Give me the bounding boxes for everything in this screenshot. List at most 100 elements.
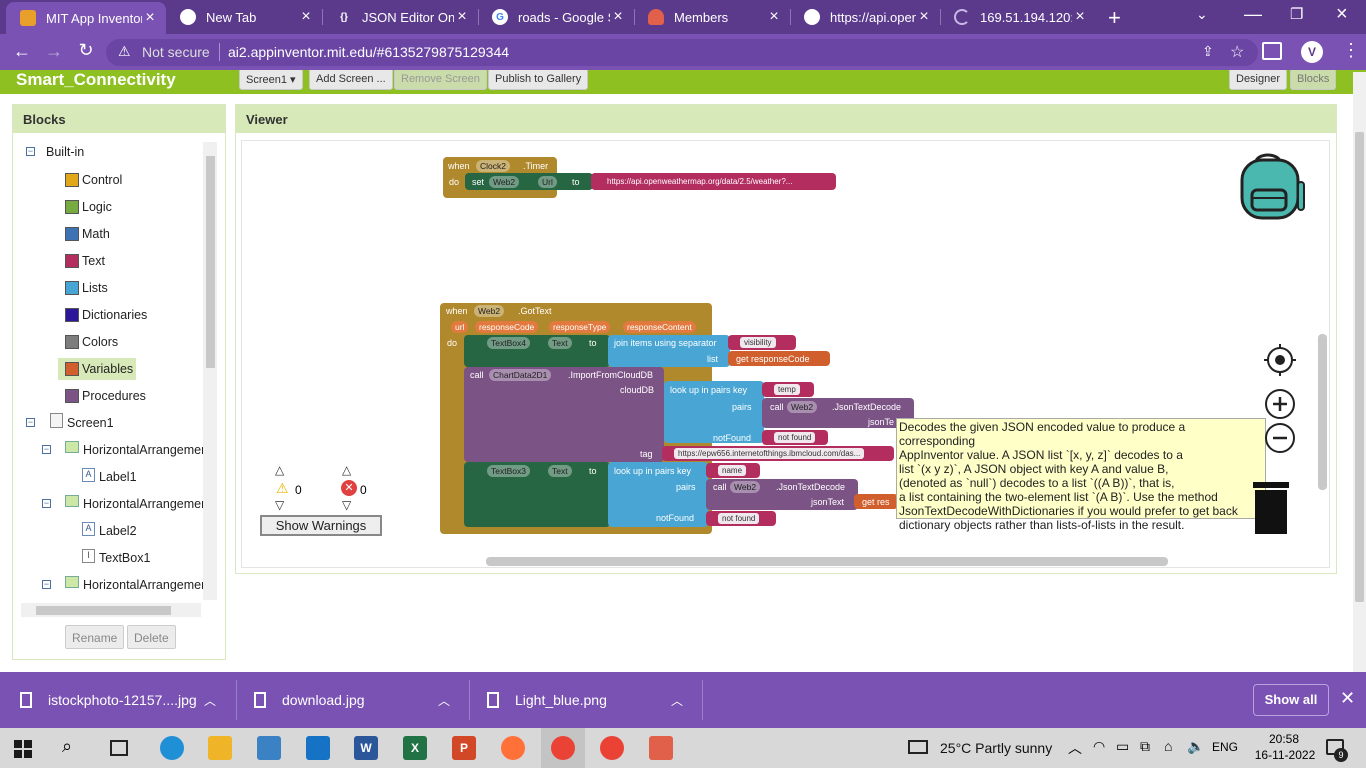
component-dropdown[interactable]: Web2 [730, 481, 761, 493]
collapse-icon[interactable]: − [26, 418, 35, 427]
download-item[interactable]: download.jpg ︿ [254, 672, 450, 728]
separator-string[interactable]: visibility [740, 337, 776, 348]
param-url[interactable]: url [451, 321, 469, 333]
omnibox[interactable]: ⚠ Not secure ai2.appinventor.mit.edu/#61… [106, 39, 1258, 66]
category-variables[interactable]: Variables [58, 358, 136, 380]
chrome-taskbar-icon[interactable] [551, 736, 575, 760]
collapse-icon[interactable]: − [42, 499, 51, 508]
language-indicator[interactable]: ENG [1212, 740, 1238, 754]
weather-text[interactable]: 25°C Partly sunny [940, 740, 1052, 756]
tab-app-inventor[interactable]: MIT App Inventor × [6, 2, 166, 34]
url-string-value[interactable]: https://api.openweathermap.org/data/2.5/… [603, 176, 796, 187]
screen-select-button[interactable]: Screen1 ▾ [239, 70, 303, 90]
tree-vertical-scrollbar[interactable] [203, 142, 217, 600]
show-all-button[interactable]: Show all [1253, 684, 1329, 716]
param-response-type[interactable]: responseType [549, 321, 611, 333]
tab-google-search[interactable]: G roads - Google S × [478, 0, 634, 34]
warning-next-arrow-icon[interactable]: ▽ [275, 498, 284, 512]
category-text[interactable]: Text [58, 250, 186, 272]
menu-dots-icon[interactable]: ⋮ [1342, 40, 1360, 61]
side-panel-icon[interactable] [1262, 42, 1282, 60]
chevron-up-icon[interactable]: ︿ [204, 692, 216, 709]
not-found-string[interactable]: not found [718, 513, 760, 524]
collapse-icon[interactable]: − [42, 445, 51, 454]
tray-chevron-icon[interactable]: ︿ [1068, 738, 1082, 758]
close-icon[interactable]: × [766, 8, 782, 26]
collapse-icon[interactable]: − [26, 147, 35, 156]
tab-new-tab[interactable]: New Tab × [166, 0, 322, 34]
tree-screen1[interactable]: Screen1 [67, 416, 114, 430]
workspace-vertical-scrollbar[interactable] [1318, 334, 1327, 490]
category-procedures[interactable]: Procedures [58, 385, 186, 407]
error-prev-arrow-icon[interactable]: △ [342, 463, 351, 477]
tab-json-editor[interactable]: {} JSON Editor Onli × [322, 0, 478, 34]
trash-icon[interactable] [1251, 478, 1291, 536]
category-logic[interactable]: Logic [58, 196, 186, 218]
file-explorer-icon[interactable] [208, 736, 232, 760]
new-tab-icon[interactable]: + [1108, 5, 1121, 31]
publish-to-gallery-button[interactable]: Publish to Gallery [488, 70, 589, 90]
tree-horizontal-arrangement[interactable]: HorizontalArrangemen [83, 578, 203, 592]
property-dropdown[interactable]: Text [548, 337, 572, 349]
window-close-icon[interactable]: × [1336, 3, 1348, 26]
close-icon[interactable]: × [454, 8, 470, 26]
share-icon[interactable]: ⇪ [1202, 43, 1214, 60]
tree-label2[interactable]: Label2 [99, 524, 137, 538]
delete-button[interactable]: Delete [127, 625, 176, 649]
component-dropdown[interactable]: ChartData2D1 [489, 369, 552, 381]
firefox-icon[interactable] [501, 736, 525, 760]
minimize-icon[interactable]: — [1244, 4, 1262, 25]
category-lists[interactable]: Lists [58, 277, 186, 299]
tab-members[interactable]: Members × [634, 0, 790, 34]
word-icon[interactable]: W [354, 736, 378, 760]
tag-url-string[interactable]: https://epw656.internetofthings.ibmcloud… [674, 448, 865, 459]
bookmark-star-icon[interactable]: ☆ [1230, 42, 1244, 62]
designer-button[interactable]: Designer [1229, 70, 1288, 90]
property-dropdown[interactable]: Url [538, 176, 557, 188]
wifi-icon[interactable]: ◠ [1093, 738, 1105, 755]
microsoft-store-icon[interactable] [257, 736, 281, 760]
backpack-icon[interactable] [1238, 152, 1308, 222]
profile-avatar[interactable]: V [1301, 41, 1323, 63]
search-icon[interactable]: ⌕ [62, 736, 72, 757]
task-view-icon[interactable] [110, 740, 128, 756]
zoom-out-icon[interactable] [1264, 422, 1296, 454]
tab-ip-address[interactable]: 169.51.194.120:3 × [940, 0, 1096, 34]
windows-start-icon[interactable] [14, 740, 32, 758]
chrome-profile-taskbar-icon[interactable] [600, 736, 624, 760]
network-icon[interactable]: ⌂ [1164, 738, 1172, 754]
collapse-icon[interactable]: − [42, 580, 51, 589]
meet-icon[interactable]: ▭ [1116, 738, 1129, 755]
param-response-code[interactable]: responseCode [475, 321, 539, 333]
component-dropdown[interactable]: Web2 [489, 176, 520, 188]
scrollbar-thumb[interactable] [36, 606, 171, 615]
url-text[interactable]: ai2.appinventor.mit.edu/#613527987512934… [228, 44, 509, 60]
workspace-horizontal-scrollbar[interactable] [486, 557, 1168, 566]
remove-screen-button[interactable]: Remove Screen [394, 70, 487, 90]
reload-icon[interactable]: ↻ [74, 40, 98, 61]
chevron-up-icon[interactable]: ︿ [438, 692, 450, 709]
key-string[interactable]: name [718, 465, 747, 476]
tree-horizontal-scrollbar[interactable] [21, 603, 201, 617]
zoom-in-icon[interactable] [1264, 388, 1296, 420]
restore-icon[interactable]: ❐ [1290, 5, 1303, 23]
back-icon[interactable]: ← [10, 41, 34, 62]
add-screen-button[interactable]: Add Screen ... [309, 70, 393, 90]
component-dropdown[interactable]: TextBox4 [487, 337, 530, 349]
component-dropdown[interactable]: TextBox3 [487, 465, 530, 477]
clock-date[interactable]: 16-11-2022 [1250, 748, 1320, 762]
blocks-button[interactable]: Blocks [1290, 70, 1337, 90]
category-dictionaries[interactable]: Dictionaries [58, 304, 186, 326]
close-icon[interactable]: × [142, 9, 158, 27]
tree-horizontal-arrangement[interactable]: HorizontalArrangemen [83, 497, 203, 511]
tree-horizontal-arrangement[interactable]: HorizontalArrangemen [83, 443, 203, 457]
clock-time[interactable]: 20:58 [1264, 732, 1304, 746]
app-taskbar-icon[interactable] [649, 736, 673, 760]
show-warnings-button[interactable]: Show Warnings [260, 515, 382, 536]
edge-icon[interactable] [160, 736, 184, 760]
mail-icon[interactable] [306, 736, 330, 760]
close-icon[interactable]: × [298, 8, 314, 26]
page-scrollbar-thumb[interactable] [1355, 132, 1364, 602]
tab-search-icon[interactable]: ⌄ [1196, 6, 1208, 23]
property-dropdown[interactable]: Text [548, 465, 572, 477]
